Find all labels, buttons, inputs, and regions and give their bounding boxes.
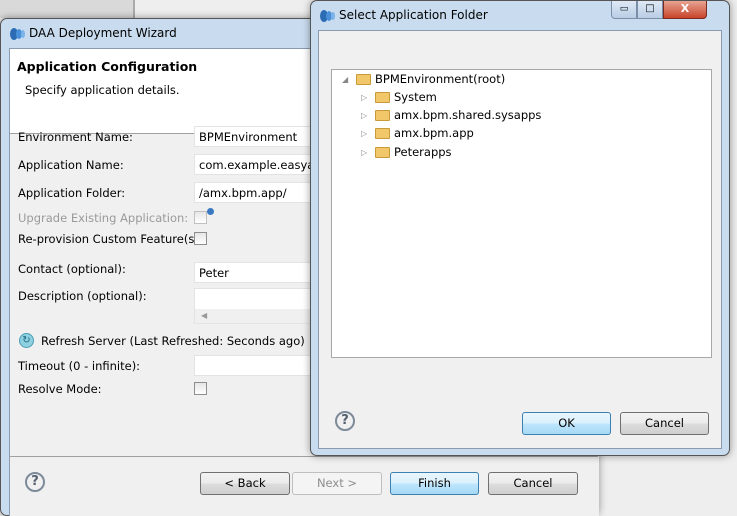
dialog-client: ◢ BPMEnvironment(root) ▷ System ▷ amx.bpm.s… bbox=[318, 30, 722, 449]
dialog-help-button[interactable]: ? bbox=[335, 411, 355, 431]
info-icon bbox=[207, 208, 214, 215]
folder-tree[interactable]: ◢ BPMEnvironment(root) ▷ System ▷ amx.bpm.s… bbox=[331, 69, 712, 358]
page-title: Application Configuration bbox=[17, 59, 198, 74]
resolve-mode-label: Resolve Mode: bbox=[18, 382, 102, 396]
collapsed-arrow-icon: ▷ bbox=[361, 110, 368, 120]
wizard-cancel-button[interactable]: Cancel bbox=[488, 472, 578, 495]
refresh-icon[interactable]: ↻ bbox=[19, 333, 34, 348]
tree-item-label: BPMEnvironment(root) bbox=[375, 72, 506, 86]
page-subtitle: Specify application details. bbox=[25, 83, 180, 97]
upgrade-checkbox[interactable] bbox=[194, 211, 207, 224]
dialog-cancel-button[interactable]: Cancel bbox=[620, 412, 709, 435]
back-button[interactable]: < Back bbox=[200, 472, 290, 495]
finish-button[interactable]: Finish bbox=[390, 472, 479, 495]
app-folder-label: Application Folder: bbox=[18, 186, 126, 200]
tree-item-root[interactable]: ◢ BPMEnvironment(root) bbox=[342, 72, 505, 86]
collapsed-arrow-icon: ▷ bbox=[361, 92, 368, 102]
tree-item-label: Peterapps bbox=[394, 145, 452, 159]
footer-divider bbox=[9, 456, 598, 457]
tree-item-label: amx.bpm.shared.sysapps bbox=[394, 108, 542, 122]
tree-item-label: System bbox=[394, 90, 437, 104]
tree-item-label: amx.bpm.app bbox=[394, 126, 474, 140]
background-window bbox=[0, 0, 135, 18]
app-name-field[interactable]: com.example.easyas bbox=[194, 154, 314, 175]
timeout-field[interactable] bbox=[194, 355, 314, 376]
wizard-title: DAA Deployment Wizard bbox=[29, 26, 177, 40]
folder-icon bbox=[375, 91, 390, 103]
app-name-label: Application Name: bbox=[18, 158, 124, 172]
env-name-field[interactable]: BPMEnvironment bbox=[194, 126, 314, 147]
next-button[interactable]: Next > bbox=[292, 472, 382, 495]
app-folder-field[interactable]: /amx.bpm.app/ bbox=[194, 182, 314, 203]
description-scrollbar[interactable]: ◀ bbox=[195, 309, 313, 323]
ok-button[interactable]: OK bbox=[522, 412, 611, 435]
contact-label: Contact (optional): bbox=[18, 262, 126, 276]
collapsed-arrow-icon: ▷ bbox=[361, 128, 368, 138]
app-logo-icon bbox=[320, 10, 335, 22]
folder-icon bbox=[375, 127, 390, 139]
collapsed-arrow-icon: ▷ bbox=[361, 147, 368, 157]
expanded-arrow-icon: ◢ bbox=[342, 74, 349, 84]
wizard-help-button[interactable]: ? bbox=[25, 472, 45, 492]
timeout-label: Timeout (0 - infinite): bbox=[18, 359, 141, 373]
env-name-label: Environment Name: bbox=[18, 130, 133, 144]
reprovision-checkbox[interactable] bbox=[194, 232, 207, 245]
tree-item-sysapps[interactable]: ▷ amx.bpm.shared.sysapps bbox=[361, 108, 541, 122]
refresh-server-link[interactable]: Refresh Server (Last Refreshed: Seconds … bbox=[41, 334, 305, 348]
description-label: Description (optional): bbox=[18, 289, 147, 303]
minimize-button[interactable]: ▭ bbox=[611, 1, 637, 19]
folder-icon bbox=[375, 146, 390, 158]
select-folder-dialog: Select Application Folder ▭ □ X ◢ BPMEnvi… bbox=[310, 0, 730, 456]
tree-item-peterapps[interactable]: ▷ Peterapps bbox=[361, 145, 452, 159]
close-button[interactable]: X bbox=[663, 1, 707, 19]
maximize-button[interactable]: □ bbox=[637, 1, 663, 19]
resolve-mode-checkbox[interactable] bbox=[194, 382, 207, 395]
folder-icon bbox=[375, 109, 390, 121]
tree-item-system[interactable]: ▷ System bbox=[361, 90, 437, 104]
app-logo-icon bbox=[10, 28, 25, 40]
tree-item-app[interactable]: ▷ amx.bpm.app bbox=[361, 126, 474, 140]
reprovision-label: Re-provision Custom Feature(s): bbox=[18, 232, 203, 246]
folder-icon bbox=[356, 73, 371, 85]
contact-field[interactable]: Peter bbox=[194, 262, 314, 283]
dialog-title: Select Application Folder bbox=[339, 8, 488, 22]
upgrade-label: Upgrade Existing Application: bbox=[18, 211, 189, 225]
